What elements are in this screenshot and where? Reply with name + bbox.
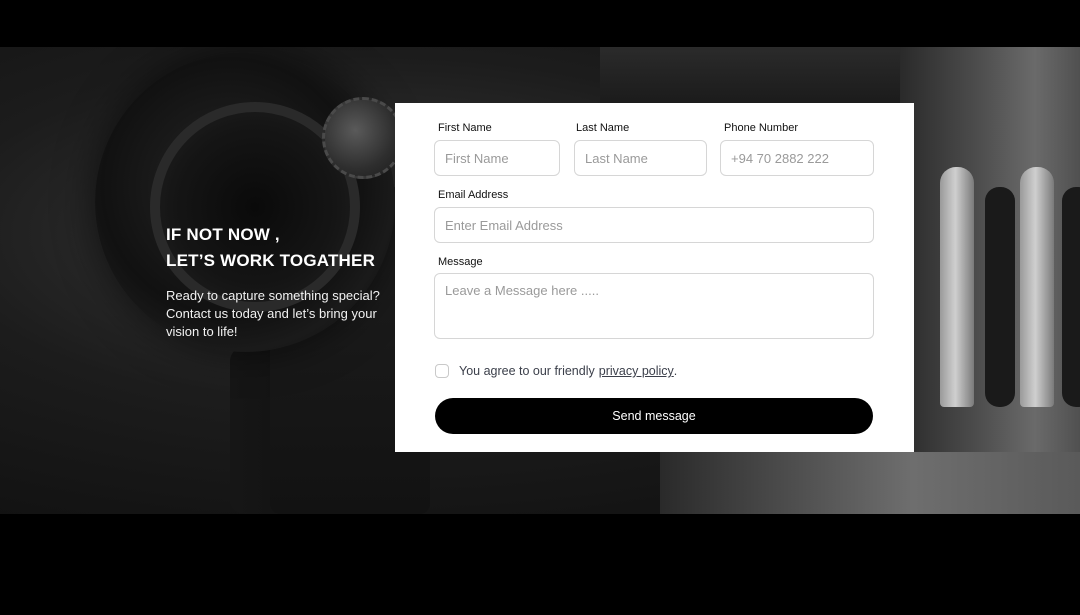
phone-number-label: Phone Number: [724, 122, 798, 134]
intro-text: Ready to capture something special? Cont…: [166, 288, 380, 339]
send-message-button[interactable]: Send message: [435, 398, 873, 434]
privacy-policy-link[interactable]: privacy policy: [599, 364, 674, 378]
first-name-label: First Name: [438, 122, 492, 134]
background-fin: [1020, 167, 1054, 407]
intro-title: IF NOT NOW , LET’S WORK TOGATHER: [166, 222, 391, 274]
agree-checkbox[interactable]: [435, 364, 449, 378]
email-input[interactable]: [434, 207, 874, 243]
intro-title-line1: IF NOT NOW ,: [166, 225, 280, 244]
agree-text: You agree to our friendly: [459, 364, 595, 378]
privacy-agreement: You agree to our friendly privacy policy…: [435, 364, 677, 378]
intro-title-line2: LET’S WORK TOGATHER: [166, 251, 376, 270]
contact-form: First Name Last Name Phone Number Email …: [395, 103, 914, 452]
agree-suffix: .: [673, 364, 678, 378]
background-fin: [940, 167, 974, 407]
intro-section: IF NOT NOW , LET’S WORK TOGATHER Ready t…: [166, 222, 391, 341]
background-bottom-band: [660, 452, 1080, 514]
last-name-input[interactable]: [574, 140, 707, 176]
background-mode-dial: [322, 97, 404, 179]
first-name-input[interactable]: [434, 140, 560, 176]
background-camera-top: [600, 47, 900, 107]
background-fin-gap: [1062, 187, 1080, 407]
message-textarea[interactable]: [434, 273, 874, 339]
last-name-label: Last Name: [576, 122, 630, 134]
background-fin-gap: [985, 187, 1015, 407]
phone-number-input[interactable]: [720, 140, 874, 176]
email-address-label: Email Address: [438, 189, 509, 201]
message-label: Message: [438, 256, 483, 268]
